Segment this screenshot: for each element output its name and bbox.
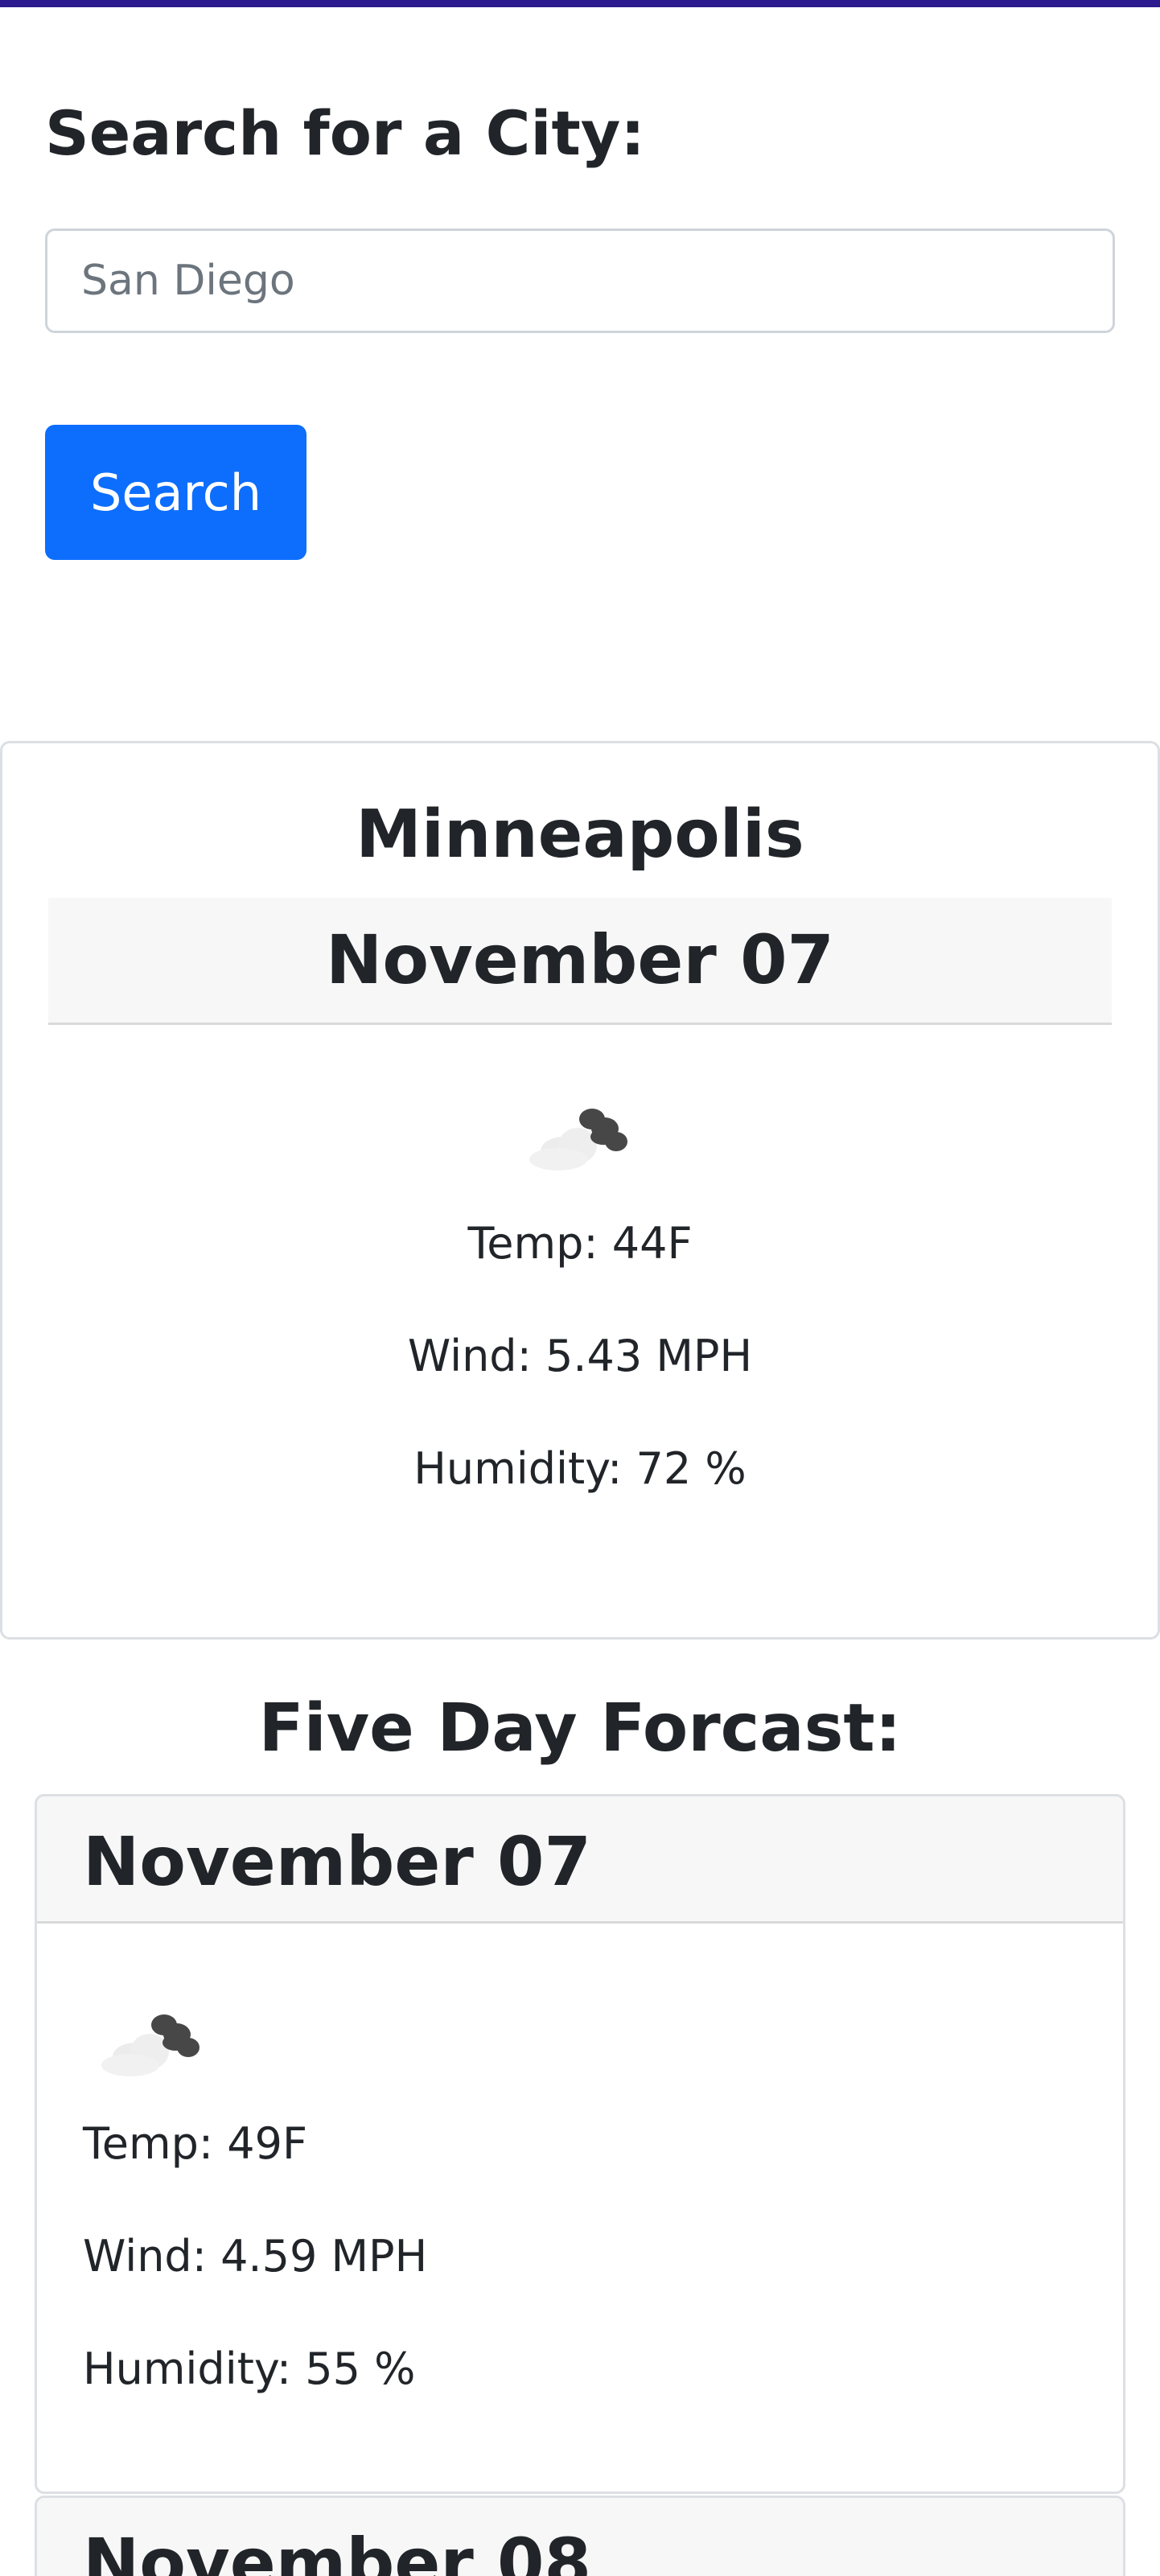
current-date-header: November 07 [48, 898, 1112, 1025]
forecast-card-body: Temp: 49F Wind: 4.59 MPH Humidity: 55 % [37, 1924, 1123, 2492]
city-name: Minneapolis [356, 796, 804, 873]
forecast-wind: Wind: 4.59 MPH [83, 2231, 428, 2282]
forecast-heading: Five Day Forcast: [258, 1690, 902, 1767]
forecast-humidity: Humidity: 55 % [83, 2344, 416, 2394]
forecast-date: November 07 [83, 1822, 591, 1901]
broken-clouds-icon [101, 2014, 200, 2076]
current-date: November 07 [326, 920, 834, 999]
current-weather-card: Minneapolis November 07 Temp: 44F Wind: … [0, 741, 1160, 1640]
search-heading: Search for a City: [45, 97, 645, 169]
forecast-card-header: November 07 [37, 1796, 1123, 1924]
current-temp: Temp: 44F [467, 1218, 693, 1269]
top-accent-bar [0, 0, 1160, 7]
current-humidity: Humidity: 72 % [413, 1443, 747, 1494]
forecast-card: November 07 Temp: 49F Wind: 4.59 MPH Hum… [35, 1794, 1125, 2494]
city-search-input[interactable] [45, 228, 1115, 333]
search-button[interactable]: Search [45, 425, 306, 560]
forecast-date: November 08 [83, 2524, 591, 2576]
forecast-card-header: November 08 [37, 2498, 1123, 2576]
search-section: Search for a City: Search [45, 97, 1115, 560]
broken-clouds-icon [529, 1109, 627, 1171]
forecast-temp: Temp: 49F [83, 2118, 308, 2169]
forecast-card: November 08 [35, 2496, 1125, 2576]
current-wind: Wind: 5.43 MPH [407, 1331, 753, 1381]
